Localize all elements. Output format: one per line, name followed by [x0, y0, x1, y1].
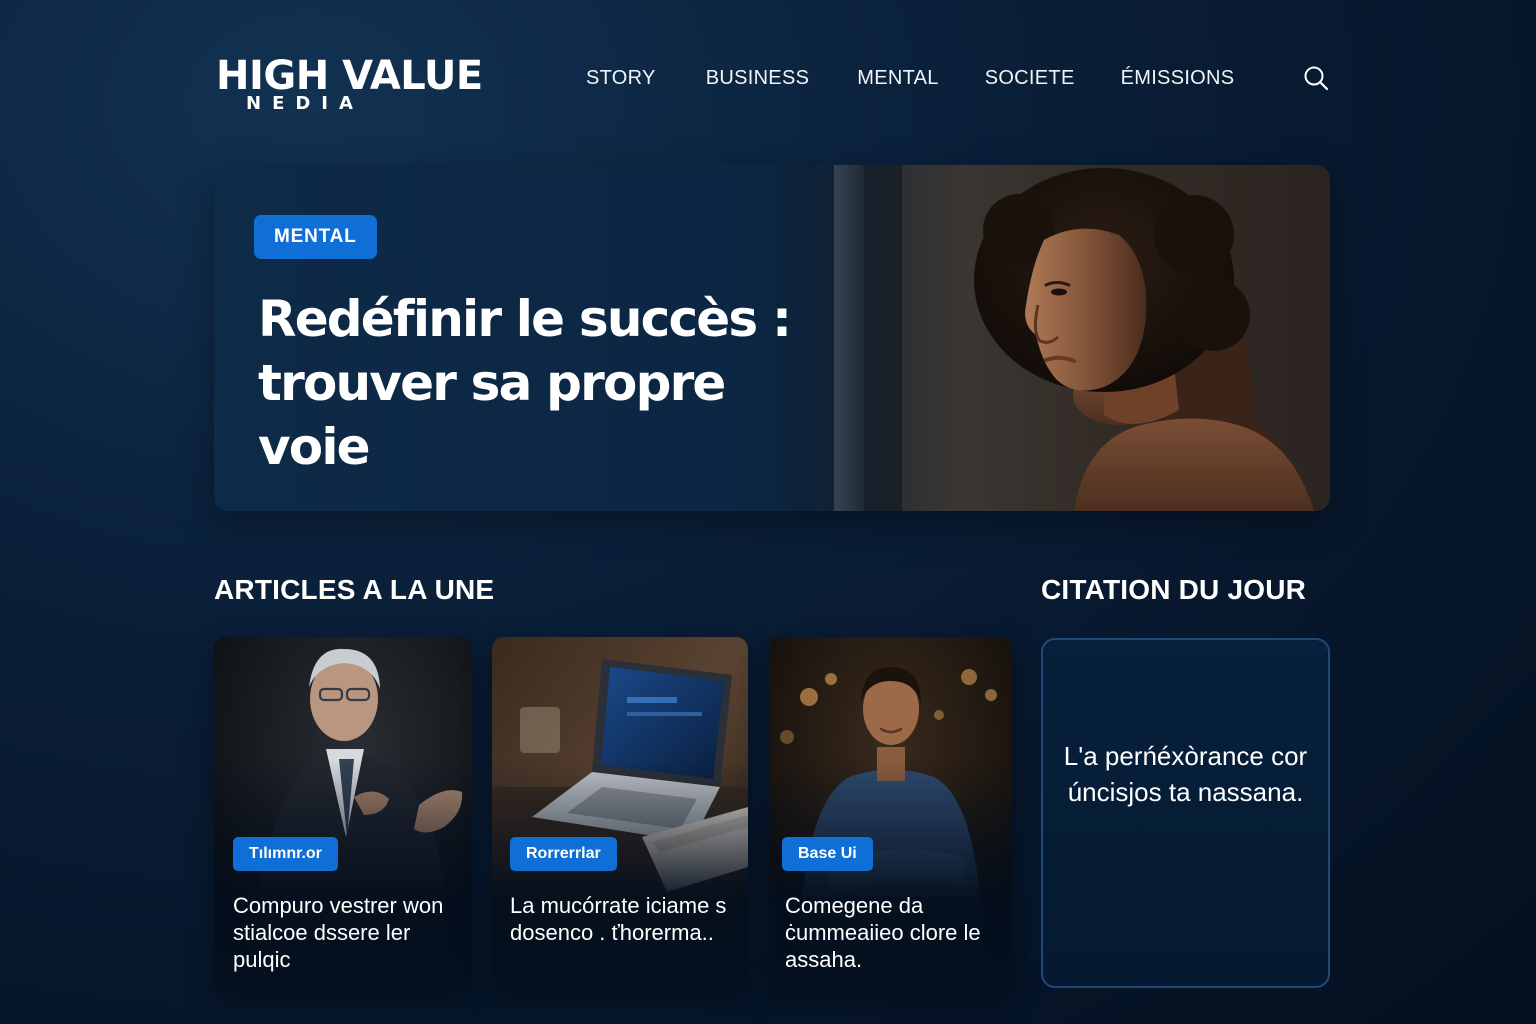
main-nav: STORY BUSINESS MENTAL SOCIETE ÉMISSIONS [586, 66, 1284, 90]
article-title[interactable]: Comegene da ċummeaiieo clore le assaha. [785, 892, 1012, 973]
article-card[interactable]: Rorrerrlar La mucórrate iciame s dosenco… [492, 637, 748, 989]
site-logo[interactable]: HIGH VALUE NEDIA [214, 52, 494, 118]
nav-emissions[interactable]: ÉMISSIONS [1121, 66, 1235, 90]
hero-title[interactable]: Redéfinir le succès : trouver sa propre … [258, 287, 818, 479]
search-button[interactable] [1302, 64, 1330, 92]
article-title[interactable]: Compuro vestrer won stialcoe dssere ler … [233, 892, 463, 973]
article-category-badge[interactable]: Rorrerrlar [510, 837, 617, 871]
nav-mental[interactable]: MENTAL [857, 66, 938, 90]
nav-story[interactable]: STORY [586, 66, 656, 90]
article-card[interactable]: Base Ui Comegene da ċummeaiieo clore le … [769, 637, 1012, 989]
nav-societe[interactable]: SOCIETE [985, 66, 1075, 90]
quote-of-the-day-panel: L'a perńéxòrance cor úncisjos ta nassana… [1041, 638, 1330, 988]
quote-section-title: CITATION DU JOUR [1041, 574, 1307, 605]
article-title[interactable]: La mucórrate iciame s dosenco . ťhorerma… [510, 892, 740, 946]
site-header: HIGH VALUE NEDIA STORY BUSINESS MENTAL S… [214, 52, 1330, 122]
hero-category-badge[interactable]: MENTAL [254, 215, 377, 259]
logo-main-text: HIGH VALUE [216, 53, 483, 99]
article-category-badge[interactable]: Base Ui [782, 837, 873, 871]
articles-section-title: ARTICLES A LA UNE [214, 574, 495, 605]
search-icon [1304, 66, 1329, 91]
quote-text: L'a perńéxòrance cor úncisjos ta nassana… [1063, 741, 1308, 807]
nav-business[interactable]: BUSINESS [706, 66, 810, 90]
article-category-badge[interactable]: Tılımnr.or [233, 837, 338, 871]
article-card[interactable]: Tılımnr.or Compuro vestrer won stialcoe … [214, 637, 472, 989]
hero-feature[interactable]: MENTAL Redéfinir le succès : trouver sa … [214, 165, 1330, 511]
logo-sub-text: NEDIA [246, 93, 364, 114]
